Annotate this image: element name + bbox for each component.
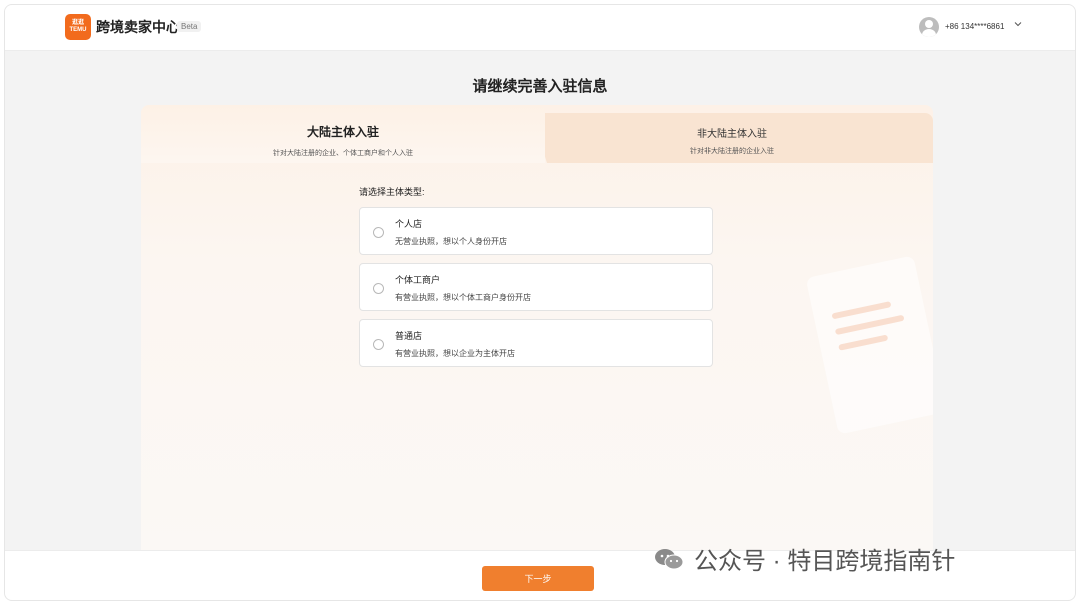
deco-line <box>831 301 892 320</box>
radio-button[interactable] <box>373 227 384 238</box>
option-personal-store[interactable]: 个人店 无营业执照，想以个人身份开店 <box>359 207 713 255</box>
wechat-watermark: 公众号 · 特目跨境指南针 <box>654 541 955 576</box>
chevron-down-icon[interactable] <box>1013 19 1023 29</box>
page-title: 请继续完善入驻信息 <box>472 78 608 95</box>
deco-line <box>838 334 889 351</box>
option-title: 个人店 <box>395 219 423 229</box>
user-avatar-icon[interactable] <box>919 17 939 37</box>
beta-badge: Beta <box>177 21 202 32</box>
deco-line <box>834 314 905 336</box>
tab-non-mainland[interactable]: 非大陆主体入驻 针对非大陆注册的企业入驻 <box>531 113 933 163</box>
option-individual-business[interactable]: 个体工商户 有营业执照，想以个体工商户身份开店 <box>359 263 713 311</box>
watermark-text: 公众号 · 特目跨境指南针 <box>694 548 956 575</box>
option-description: 有营业执照，想以个体工商户身份开店 <box>395 293 531 302</box>
logo-top-text: 逛逛 <box>71 20 84 26</box>
radio-button[interactable] <box>373 283 384 294</box>
option-description: 有营业执照，想以企业为主体开店 <box>395 349 515 358</box>
tab-title: 大陆主体入驻 <box>306 125 379 139</box>
option-title: 普通店 <box>395 331 423 341</box>
decorative-document <box>805 255 933 435</box>
tab-subtitle: 针对大陆注册的企业、个体工商户和个人入驻 <box>273 150 413 157</box>
option-regular-store[interactable]: 普通店 有营业执照，想以企业为主体开店 <box>359 319 713 367</box>
app-title: 跨境卖家中心 <box>96 19 180 35</box>
user-phone[interactable]: +86 134****6861 <box>945 22 1004 31</box>
onboarding-card: 非大陆主体入驻 针对非大陆注册的企业入驻 大陆主体入驻 针对大陆注册的企业、个体… <box>141 105 933 552</box>
logo-bottom-text: TEMU <box>69 27 87 33</box>
top-header: 逛逛 TEMU 跨境卖家中心 Beta +86 134****6861 <box>5 5 1075 51</box>
option-description: 无营业执照，想以个人身份开店 <box>395 237 507 246</box>
next-button[interactable]: 下一步 <box>482 566 594 591</box>
tab-subtitle: 针对非大陆注册的企业入驻 <box>690 148 774 155</box>
tab-mainland[interactable]: 大陆主体入驻 针对大陆注册的企业、个体工商户和个人入驻 <box>141 105 545 163</box>
tab-title: 非大陆主体入驻 <box>697 129 767 140</box>
radio-button[interactable] <box>373 339 384 350</box>
temu-logo-icon[interactable]: 逛逛 TEMU <box>65 14 91 40</box>
option-title: 个体工商户 <box>395 275 441 285</box>
entity-type-label: 请选择主体类型: <box>359 187 425 197</box>
wechat-icon <box>655 548 684 569</box>
app-window: 逛逛 TEMU 跨境卖家中心 Beta +86 134****6861 请继续完… <box>4 4 1076 601</box>
